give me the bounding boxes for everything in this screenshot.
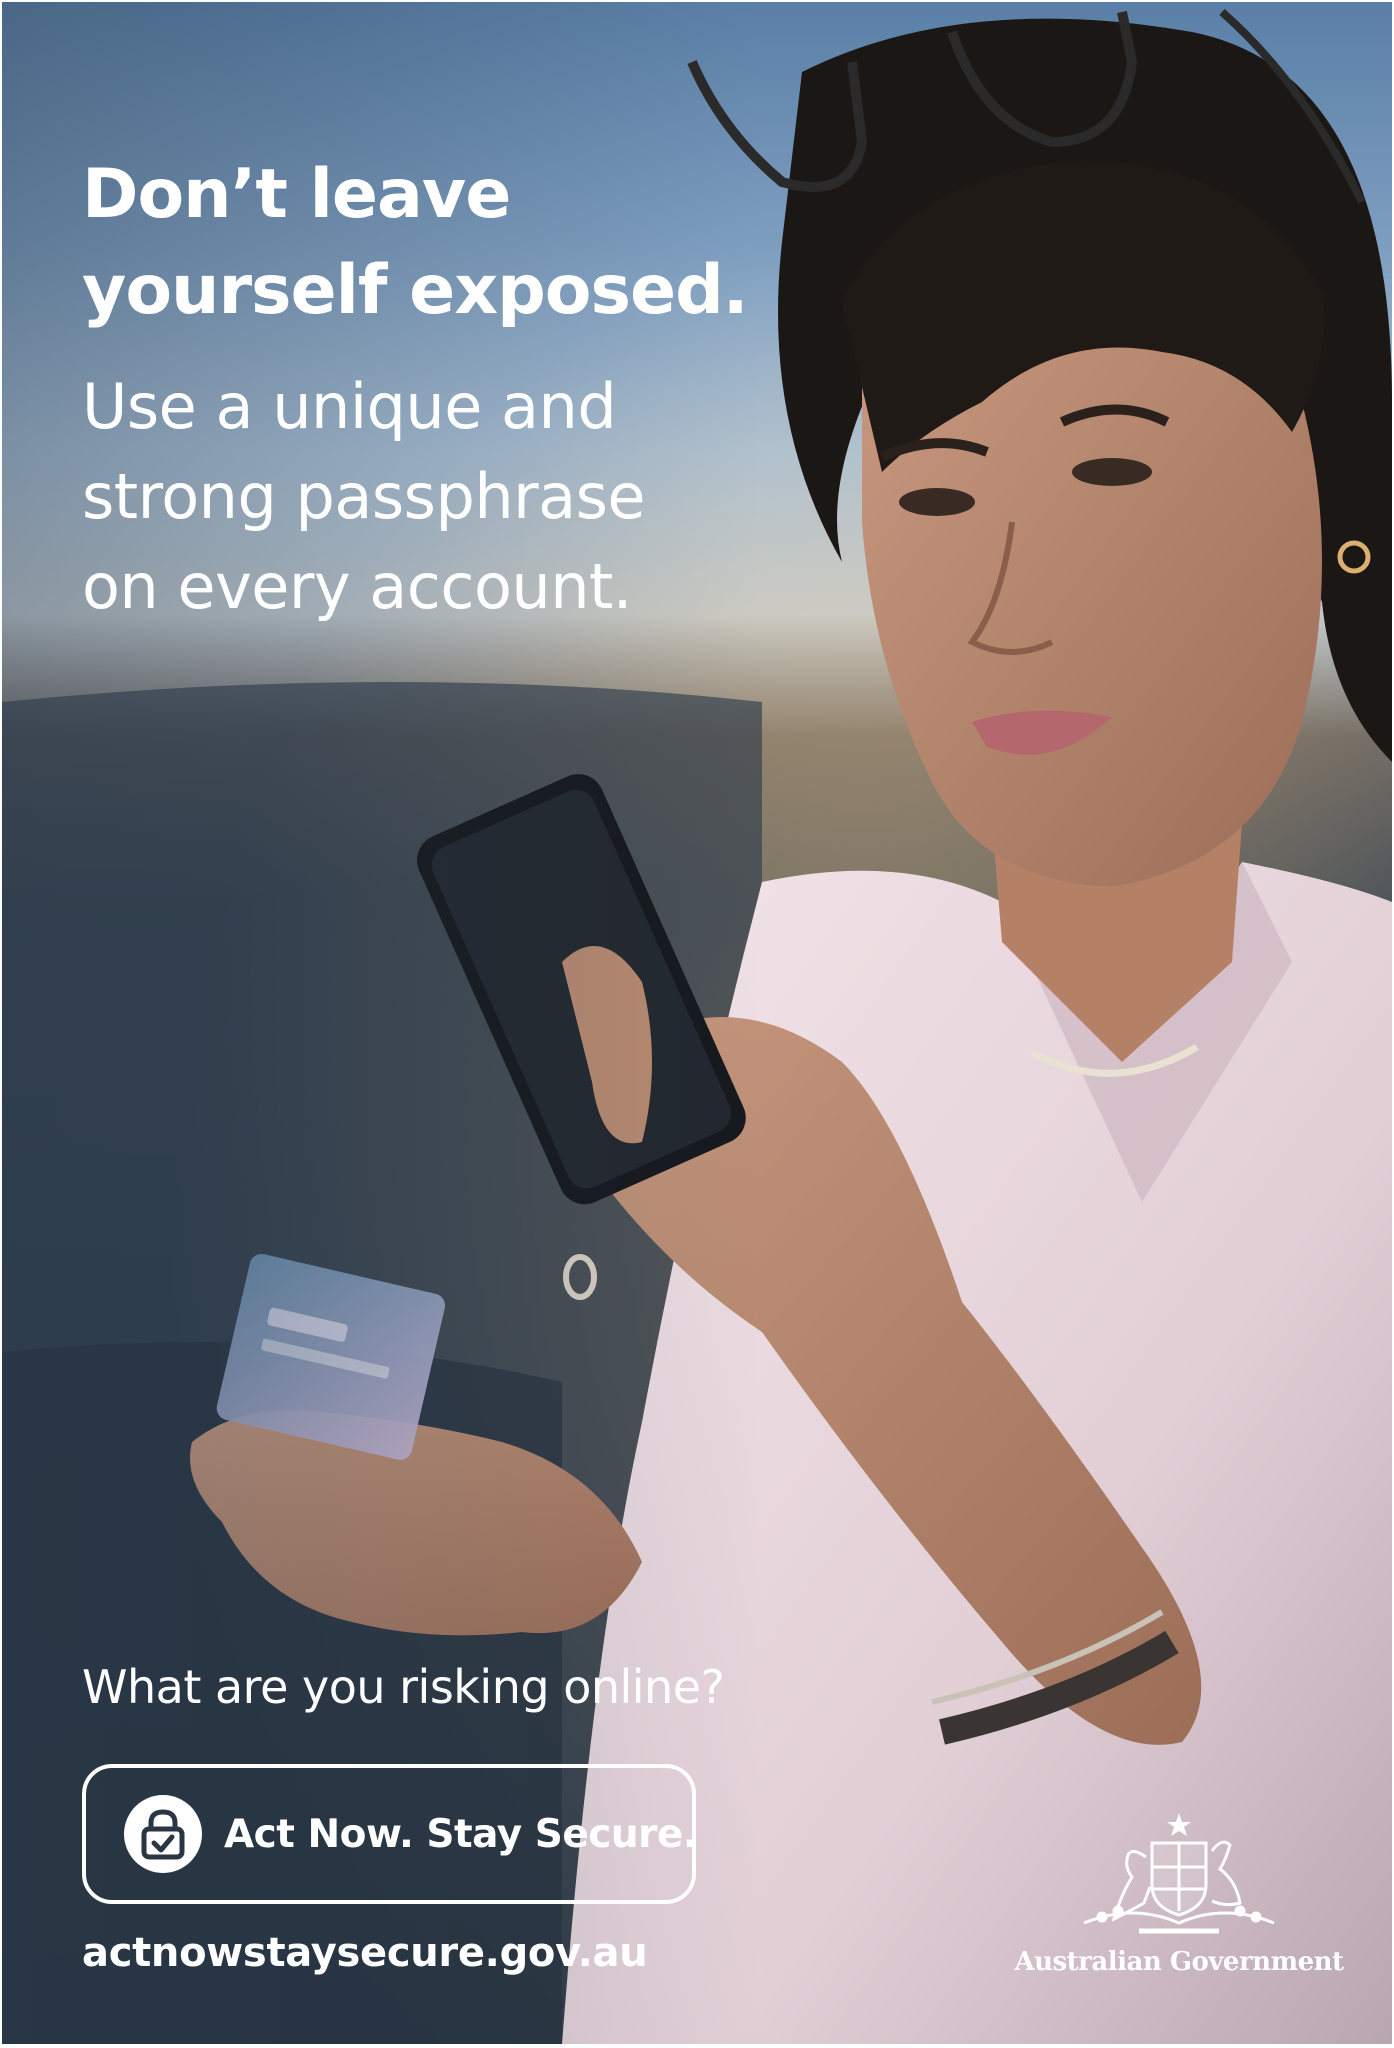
subheadline-line-2: strong passphrase xyxy=(82,460,646,533)
cta-label: Act Now. Stay Secure. xyxy=(224,1811,698,1857)
subheadline-line-1: Use a unique and xyxy=(82,370,617,443)
government-logo: Australian Government xyxy=(1014,1807,1344,1987)
headline-line-1: Don’t leave xyxy=(82,155,511,234)
campaign-url[interactable]: actnowstaysecure.gov.au xyxy=(82,1930,648,1976)
headline-line-2: yourself exposed. xyxy=(82,251,749,330)
coat-of-arms-emblem xyxy=(1083,1813,1275,1934)
question-text: What are you risking online? xyxy=(82,1660,725,1714)
subheadline-line-3: on every account. xyxy=(82,550,633,623)
campaign-poster: Don’t leave yourself exposed. Use a uniq… xyxy=(2,2,1392,2044)
government-name: Australian Government xyxy=(1014,1947,1344,1977)
headline: Don’t leave yourself exposed. xyxy=(82,147,749,339)
cta-button[interactable]: Act Now. Stay Secure. xyxy=(82,1764,698,1904)
subheadline: Use a unique and strong passphrase on ev… xyxy=(82,362,646,632)
lock-check-icon xyxy=(124,1795,202,1873)
